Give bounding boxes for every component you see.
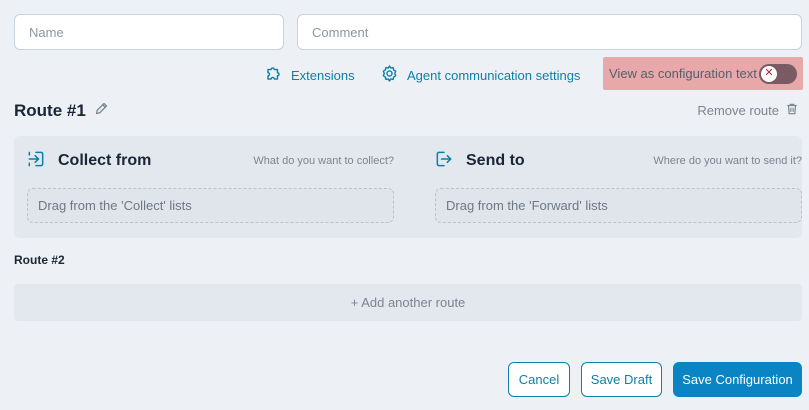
name-field[interactable] [14,14,284,50]
config-text-toggle[interactable]: ✕ [759,63,797,84]
remove-route-label: Remove route [697,102,779,118]
route-1-title: Route #1 [14,101,86,120]
add-route-button[interactable]: + Add another route [14,284,802,321]
config-text-toggle-row: View as configuration text ✕ [603,57,803,90]
extensions-label: Extensions [291,67,355,83]
collect-hint: What do you want to collect? [253,155,394,167]
send-title: Send to [466,152,525,169]
extensions-link[interactable]: Extensions [264,62,355,88]
close-icon: ✕ [761,65,777,82]
send-icon [434,149,466,174]
comment-field[interactable] [297,14,802,50]
send-dropzone[interactable]: Drag from the 'Forward' lists [435,188,802,223]
gear-icon [380,64,399,86]
collect-title: Collect from [58,152,152,169]
collect-section: Collect from What do you want to collect… [14,136,394,238]
route-1-card: Collect from What do you want to collect… [14,136,802,238]
send-hint: Where do you want to send it? [653,155,802,167]
save-draft-button[interactable]: Save Draft [581,362,662,397]
collect-icon [26,149,58,174]
save-configuration-button[interactable]: Save Configuration [673,362,802,397]
cancel-button[interactable]: Cancel [508,362,570,397]
send-section: Send to Where do you want to send it? Dr… [422,136,802,238]
remove-route-button[interactable]: Remove route [697,100,799,120]
trash-icon [785,102,799,119]
puzzle-icon [264,64,283,86]
config-text-label: View as configuration text [609,66,757,81]
agent-settings-label: Agent communication settings [407,67,581,83]
agent-communication-settings-link[interactable]: Agent communication settings [380,62,580,88]
route-1-header: Route #1 [14,100,109,122]
pencil-icon[interactable] [94,101,109,121]
route-2-title: Route #2 [14,253,65,267]
collect-dropzone[interactable]: Drag from the 'Collect' lists [27,188,394,223]
